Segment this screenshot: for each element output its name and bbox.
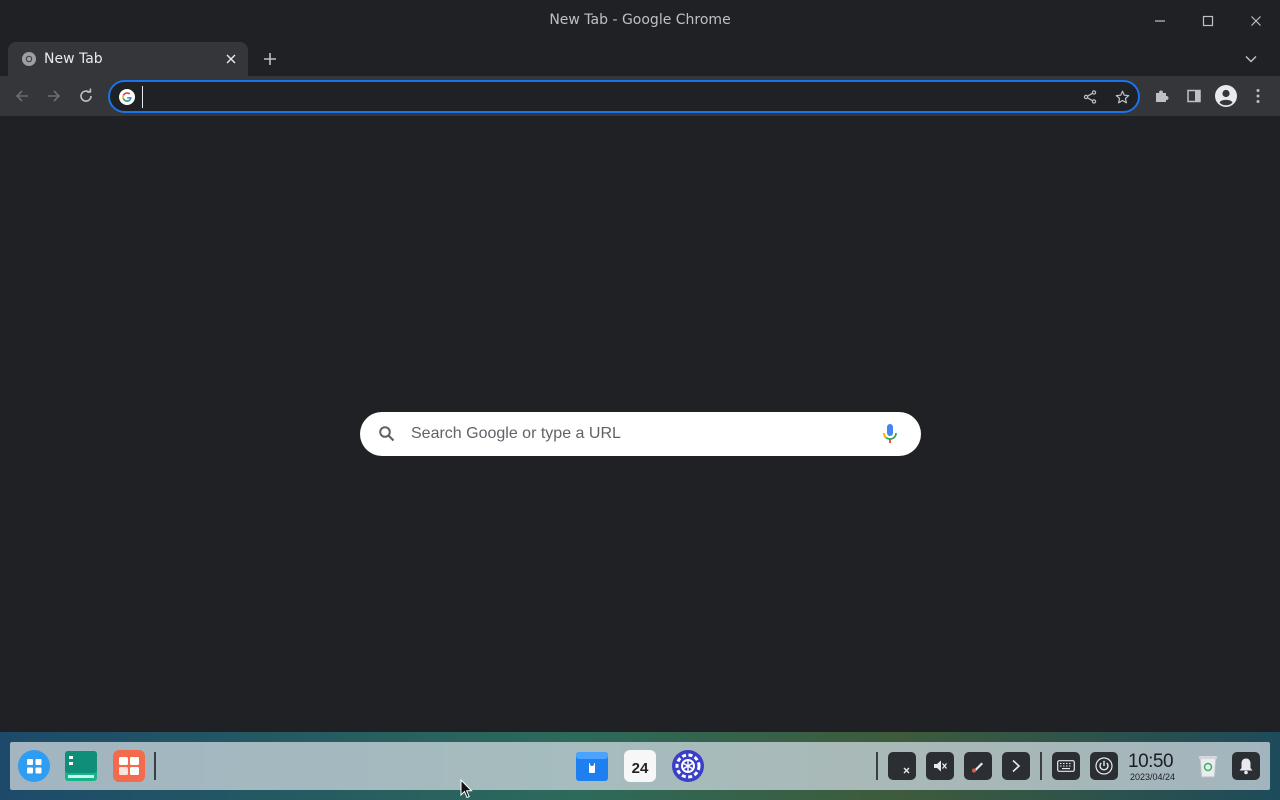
kebab-menu-icon[interactable] (1246, 84, 1270, 108)
extensions-puzzle-icon[interactable] (1150, 84, 1174, 108)
screen-record-icon[interactable] (888, 752, 916, 780)
google-g-icon (119, 89, 135, 105)
pen-icon[interactable] (964, 752, 992, 780)
tab-title: New Tab (44, 51, 103, 67)
trash-icon[interactable] (1194, 752, 1222, 780)
ntp-search-placeholder: Search Google or type a URL (411, 425, 621, 442)
tab-new-tab[interactable]: New Tab (8, 42, 248, 76)
calendar-icon[interactable]: 24 (623, 749, 657, 783)
calendar-day-label: 24 (632, 760, 649, 777)
tab-close-icon[interactable] (222, 50, 240, 68)
side-panel-icon[interactable] (1182, 84, 1206, 108)
ntp-search-box[interactable]: Search Google or type a URL (360, 412, 921, 456)
taskbar-separator (876, 752, 878, 780)
file-manager-icon[interactable] (575, 749, 609, 783)
window-title: New Tab - Google Chrome (549, 12, 731, 28)
mouse-cursor-icon (460, 779, 474, 799)
tab-search-chevron-icon[interactable] (1240, 47, 1262, 71)
app-store-icon[interactable] (112, 749, 146, 783)
close-window-button[interactable] (1242, 8, 1270, 34)
taskbar-separator (1040, 752, 1042, 780)
voice-search-mic-icon[interactable] (880, 423, 900, 445)
maximize-button[interactable] (1194, 8, 1222, 34)
launcher-icon[interactable] (17, 749, 51, 783)
share-icon[interactable] (1081, 88, 1099, 106)
reload-button[interactable] (74, 84, 98, 108)
window-titlebar: New Tab - Google Chrome (0, 0, 1280, 42)
address-input[interactable] (142, 86, 1062, 108)
forward-button[interactable] (42, 84, 66, 108)
terminal-icon[interactable] (64, 749, 98, 783)
power-icon[interactable] (1090, 752, 1118, 780)
minimize-button[interactable] (1146, 8, 1174, 34)
taskbar-separator (154, 752, 156, 780)
new-tab-button[interactable] (258, 47, 282, 71)
chevron-right-icon[interactable] (1002, 752, 1030, 780)
settings-icon[interactable] (671, 749, 705, 783)
clock-date[interactable]: 2023/04/24 (1130, 772, 1175, 782)
keyboard-icon[interactable] (1052, 752, 1080, 780)
clock-time[interactable]: 10:50 (1128, 751, 1174, 773)
volume-muted-icon[interactable] (926, 752, 954, 780)
profile-avatar-icon[interactable] (1214, 84, 1238, 108)
back-button[interactable] (10, 84, 34, 108)
address-bar[interactable] (108, 80, 1140, 113)
bookmark-star-icon[interactable] (1113, 88, 1131, 106)
bell-icon[interactable] (1232, 752, 1260, 780)
search-icon (378, 425, 396, 443)
chrome-icon (21, 51, 37, 67)
